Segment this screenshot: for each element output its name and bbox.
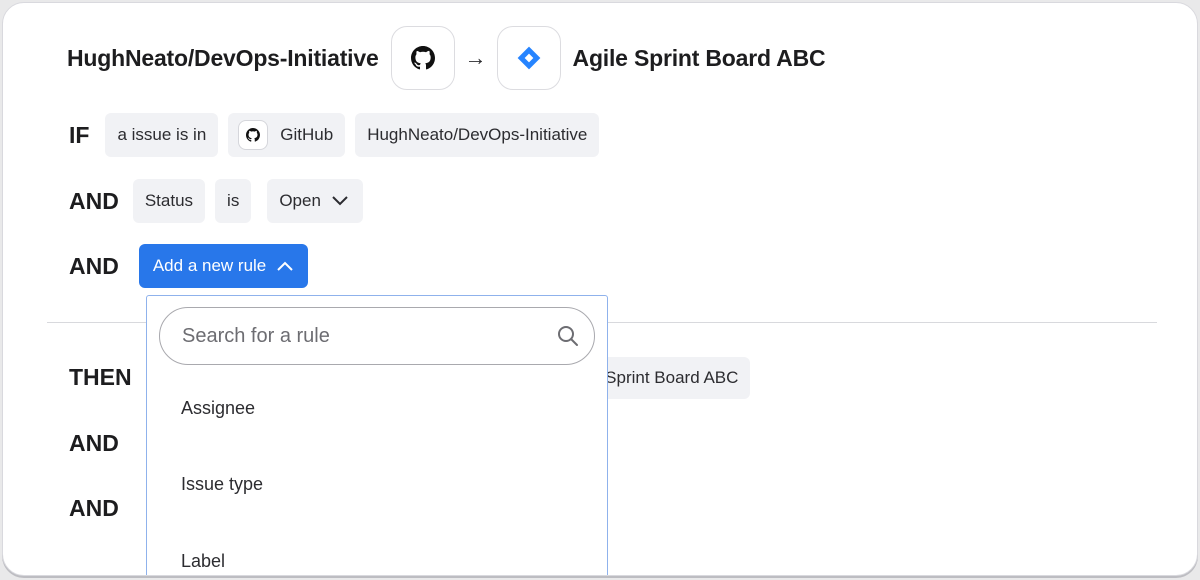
rule-search-box: [159, 307, 595, 365]
rule-option-label[interactable]: Label: [181, 551, 225, 572]
rule-search-input[interactable]: [182, 324, 556, 348]
trigger-chip[interactable]: a issue is in: [105, 113, 219, 157]
rule-option-assignee[interactable]: Assignee: [181, 398, 255, 419]
operator-chip[interactable]: is: [215, 179, 252, 223]
status-rule-row: AND Status is Open: [69, 179, 363, 223]
status-field-label: Status: [144, 191, 194, 210]
status-value-label: Open: [279, 191, 321, 210]
status-field-chip[interactable]: Status: [132, 179, 206, 223]
and-keyword: AND: [69, 429, 119, 456]
rule-option-issue-type[interactable]: Issue type: [181, 474, 263, 495]
chevron-down-icon: [331, 195, 349, 207]
chevron-up-icon: [276, 260, 294, 272]
repo-title: HughNeato/DevOps-Initiative: [67, 44, 379, 71]
target-board-chip-label: e Sprint Board ABC: [591, 368, 739, 387]
rule-card: HughNeato/DevOps-Initiative → Agile Spri…: [2, 2, 1198, 576]
jira-icon-box: [496, 26, 561, 90]
then-and-row-2: AND: [69, 486, 119, 530]
github-icon-box: [390, 26, 455, 90]
add-rule-button[interactable]: Add a new rule: [138, 244, 309, 288]
status-value-dropdown[interactable]: Open: [267, 179, 363, 223]
and-keyword: AND: [69, 494, 119, 521]
arrow-icon: →: [464, 45, 487, 70]
then-row: THEN: [69, 355, 132, 399]
if-row: IF a issue is in GitHub HughNeato/DevOps…: [69, 113, 600, 157]
source-chip[interactable]: GitHub: [228, 113, 346, 157]
then-keyword: THEN: [69, 363, 132, 390]
add-rule-button-label: Add a new rule: [152, 256, 267, 275]
add-rule-row: AND Add a new rule: [69, 244, 309, 288]
then-and-row-1: AND: [69, 421, 119, 465]
github-icon-small-box: [238, 120, 269, 150]
if-keyword: IF: [69, 121, 90, 148]
search-icon[interactable]: [556, 324, 580, 348]
repo-chip-label: HughNeato/DevOps-Initiative: [367, 125, 588, 144]
trigger-chip-label: a issue is in: [117, 125, 207, 144]
board-title: Agile Sprint Board ABC: [572, 44, 826, 71]
jira-icon: [517, 46, 540, 70]
sync-header: HughNeato/DevOps-Initiative → Agile Spri…: [67, 25, 826, 91]
rule-dropdown: Assignee Issue type Label: [146, 295, 608, 575]
source-chip-label: GitHub: [280, 125, 334, 144]
and-keyword: AND: [69, 187, 119, 214]
operator-label: is: [227, 191, 240, 210]
github-icon: [410, 46, 435, 70]
target-board-chip[interactable]: e Sprint Board ABC: [589, 357, 751, 399]
and-keyword: AND: [69, 252, 119, 279]
repo-chip[interactable]: HughNeato/DevOps-Initiative: [355, 113, 600, 157]
github-icon: [246, 128, 261, 142]
